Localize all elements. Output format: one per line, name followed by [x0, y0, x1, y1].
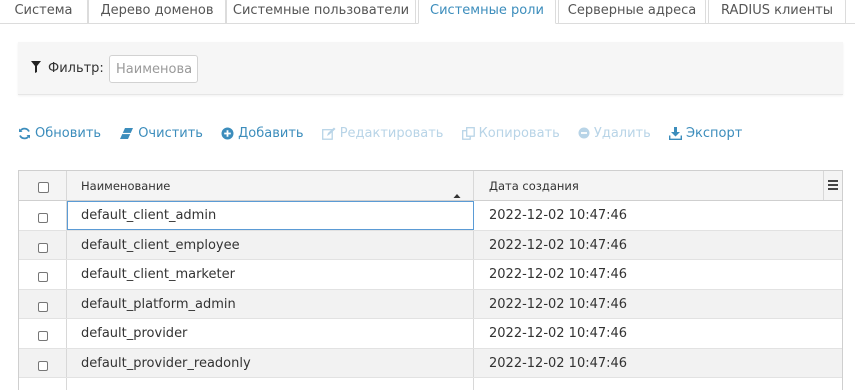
plus-circle-icon — [221, 127, 234, 140]
table-row[interactable]: default_provider_readonly 2022-12-02 10:… — [19, 348, 842, 378]
delete-button[interactable]: Удалить — [578, 126, 651, 141]
delete-label: Удалить — [593, 126, 651, 141]
tab-bar: Система Дерево доменов Системные пользов… — [0, 0, 855, 24]
eraser-icon — [119, 127, 134, 140]
copy-label: Копировать — [478, 126, 560, 141]
tab-system[interactable]: Система — [0, 0, 88, 23]
row-checkbox[interactable] — [38, 272, 48, 282]
export-button[interactable]: Экспорт — [668, 126, 743, 141]
select-all-checkbox[interactable] — [38, 182, 49, 193]
sort-ascending-icon — [453, 181, 461, 198]
add-label: Добавить — [238, 126, 304, 141]
add-button[interactable]: Добавить — [221, 126, 304, 141]
created-date-cell: 2022-12-02 10:47:46 — [489, 208, 628, 223]
download-icon — [668, 127, 682, 140]
tab-system-users[interactable]: Системные пользователи — [226, 0, 416, 23]
toolbar: Обновить Очистить Добавить Редактировать… — [18, 126, 756, 144]
header-checkbox-cell — [19, 171, 67, 200]
filter-icon — [31, 61, 41, 73]
tab-system-roles[interactable]: Системные роли — [418, 0, 556, 24]
row-checkbox[interactable] — [38, 213, 48, 223]
table-row[interactable]: default_client_employee 2022-12-02 10:47… — [19, 230, 842, 260]
role-name-cell[interactable]: default_client_employee — [67, 230, 474, 259]
minus-circle-icon — [578, 127, 590, 140]
column-header-name[interactable]: Наименование — [67, 171, 474, 200]
table-row-partial — [19, 378, 842, 390]
created-date-cell: 2022-12-02 10:47:46 — [489, 296, 628, 312]
table-row[interactable]: default_platform_admin 2022-12-02 10:47:… — [19, 289, 842, 319]
row-checkbox[interactable] — [38, 331, 48, 341]
column-header-created[interactable]: Дата создания — [474, 171, 842, 200]
edit-label: Редактировать — [339, 126, 444, 141]
roles-table: Наименование Дата создания default_clien… — [18, 170, 843, 390]
name-filter-input[interactable] — [109, 55, 198, 83]
table-header: Наименование Дата создания — [19, 171, 842, 201]
filter-label: Фильтр: — [48, 61, 104, 76]
refresh-label: Обновить — [35, 126, 102, 141]
role-name-cell[interactable]: default_provider — [67, 319, 474, 348]
row-checkbox[interactable] — [38, 242, 48, 253]
copy-button[interactable]: Копировать — [461, 126, 560, 141]
role-name-cell[interactable]: default_provider_readonly — [67, 348, 474, 377]
role-name-cell[interactable]: default_platform_admin — [67, 289, 474, 318]
clear-button[interactable]: Очистить — [119, 126, 203, 141]
tab-domain-tree[interactable]: Дерево доменов — [88, 0, 226, 23]
edit-icon — [321, 127, 336, 140]
created-date-cell: 2022-12-02 10:47:46 — [489, 355, 628, 371]
created-date-cell: 2022-12-02 10:47:46 — [489, 237, 628, 253]
column-header-name-label: Наименование — [81, 179, 171, 193]
export-label: Экспорт — [685, 126, 743, 141]
column-header-created-label: Дата создания — [489, 179, 579, 193]
row-checkbox[interactable] — [38, 301, 48, 312]
tab-radius-clients[interactable]: RADIUS клиенты — [708, 0, 846, 23]
filter-panel: Фильтр: — [18, 42, 843, 95]
refresh-icon — [18, 127, 31, 140]
role-name-cell[interactable]: default_client_admin — [67, 201, 474, 230]
table-row[interactable]: default_client_admin 2022-12-02 10:47:46 — [19, 201, 842, 231]
edit-button[interactable]: Редактировать — [321, 126, 444, 141]
clear-label: Очистить — [138, 126, 203, 141]
table-row[interactable]: default_client_marketer 2022-12-02 10:47… — [19, 260, 842, 290]
created-date-cell: 2022-12-02 10:47:46 — [489, 326, 628, 341]
tab-server-addresses[interactable]: Серверные адреса — [558, 0, 706, 23]
created-date-cell: 2022-12-02 10:47:46 — [489, 267, 628, 282]
copy-icon — [461, 127, 475, 140]
column-menu-icon[interactable] — [823, 171, 842, 200]
refresh-button[interactable]: Обновить — [18, 126, 101, 141]
row-checkbox[interactable] — [38, 360, 48, 371]
table-row[interactable]: default_provider 2022-12-02 10:47:46 — [19, 319, 842, 349]
role-name-cell[interactable]: default_client_marketer — [67, 260, 474, 289]
